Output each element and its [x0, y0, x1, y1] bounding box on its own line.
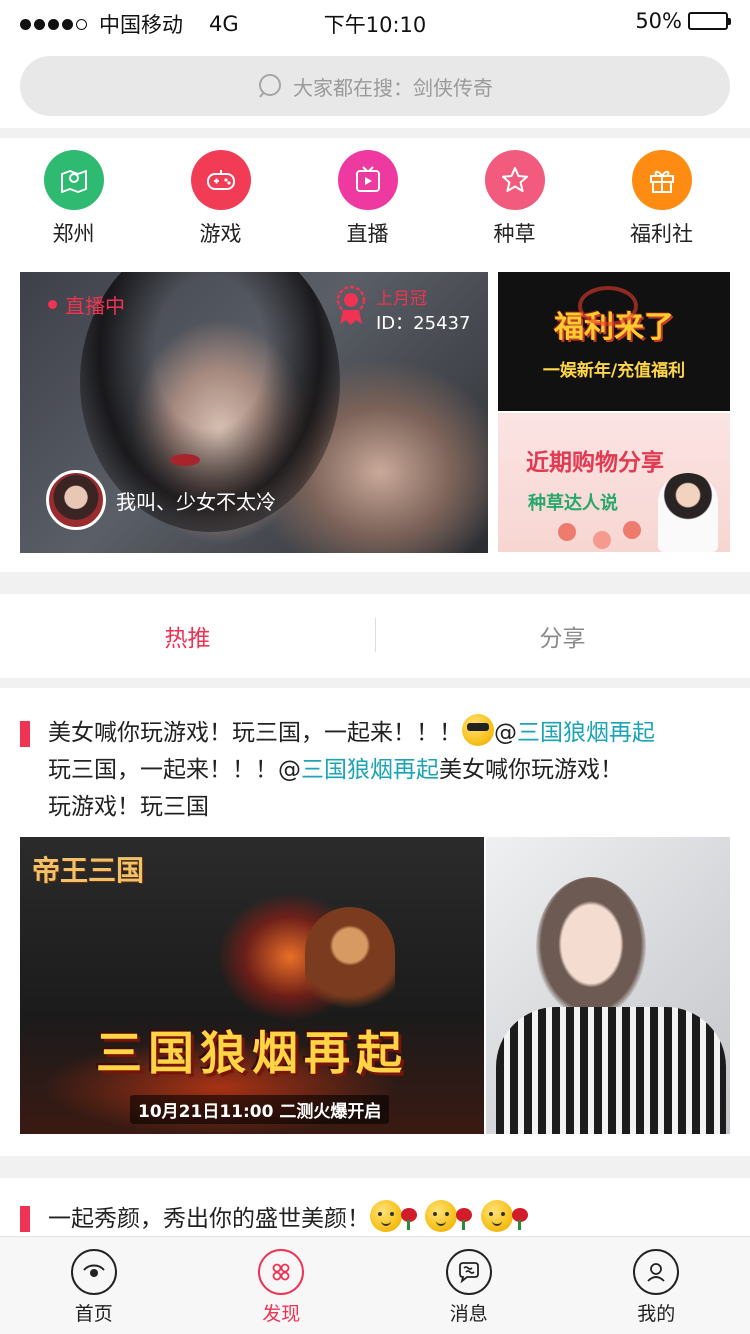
live-status: 直播中 [65, 294, 125, 318]
tabbar-discover[interactable]: 发现 [188, 1237, 376, 1334]
category-nav: 郑州 游戏 直播 种草 福利社 [0, 150, 750, 260]
medal-icon [336, 285, 366, 325]
mention-link[interactable]: 三国狼烟再起 [301, 757, 439, 783]
battery-icon [688, 12, 731, 30]
promo-welfare-card[interactable]: 福利来了 一娱新年/充值福利 [498, 272, 730, 411]
tv-icon [337, 150, 398, 210]
promo-title: 近期购物分享 [526, 450, 664, 476]
gift-icon [631, 150, 692, 210]
photo-body [496, 1007, 726, 1134]
tabbar-label: 首页 [74, 1303, 113, 1325]
live-stream-card[interactable]: 直播中 上月冠 ID：25437 我叫、少女不太冷 [20, 272, 488, 553]
tab-share[interactable]: 分享 [375, 619, 750, 653]
promo-share-card[interactable]: 近期购物分享 种草达人说 [498, 413, 730, 552]
promo-person-image [658, 473, 718, 552]
photo-face [536, 877, 646, 1017]
category-label: 游戏 [199, 222, 242, 246]
cool-emoji-icon [462, 714, 494, 746]
status-bar: 中国移动 4G 下午10:10 50% [0, 0, 750, 42]
post-text-part: 美女喊你玩游戏！ [439, 757, 623, 783]
post-text-part: 玩游戏！玩三国 [48, 794, 209, 820]
streamer-photo-detail [170, 454, 200, 466]
game-subtitle: 10月21日11:00 二测火爆开启 [130, 1095, 390, 1124]
tabbar-messages[interactable]: 消息 [375, 1237, 563, 1334]
post-image-photo[interactable] [486, 837, 730, 1134]
promo-subtitle: 一娱新年/充值福利 [542, 361, 686, 381]
post-marker [20, 721, 30, 747]
divider [0, 572, 750, 594]
category-game[interactable]: 游戏 [147, 150, 294, 260]
divider [0, 128, 750, 138]
live-badge: 直播中 [48, 290, 125, 319]
post-image-game[interactable]: 帝王三国 三国狼烟再起 10月21日11:00 二测火爆开启 [20, 837, 484, 1134]
search-icon [259, 74, 281, 98]
flower-decoration [593, 531, 611, 549]
category-seed[interactable]: 种草 [441, 150, 588, 260]
search-bar[interactable]: 大家都在搜：剑侠传奇 [20, 56, 730, 116]
post-text: 一起秀颜，秀出你的盛世美颜！ [48, 1200, 738, 1238]
mention-symbol: @ [494, 720, 517, 746]
category-live[interactable]: 直播 [294, 150, 441, 260]
divider [0, 678, 750, 688]
tabbar-profile[interactable]: 我的 [563, 1237, 750, 1334]
gamepad-icon [190, 150, 251, 210]
streamer-info[interactable]: 我叫、少女不太冷 [46, 470, 276, 530]
divider [0, 1156, 750, 1178]
tab-hot[interactable]: 热推 [0, 619, 375, 653]
feed-tabs: 热推 分享 [0, 594, 750, 678]
star-icon [484, 150, 545, 210]
flower-decoration [558, 523, 576, 541]
promo-subtitle: 种草达人说 [528, 493, 618, 514]
post-text-part: 一起秀颜，秀出你的盛世美颜！ [48, 1206, 370, 1232]
game-title: 三国狼烟再起 [96, 1026, 408, 1080]
game-character-art [305, 907, 395, 1017]
rose-icon [509, 1208, 529, 1230]
game-logo: 帝王三国 [32, 854, 145, 887]
avatar[interactable] [46, 470, 106, 530]
tab-divider [375, 618, 376, 652]
discover-page: 中国移动 4G 下午10:10 50% 大家都在搜：剑侠传奇 郑州 游戏 直播 … [0, 0, 750, 1334]
post-marker [20, 1206, 30, 1232]
discover-icon [258, 1249, 305, 1295]
category-label: 种草 [493, 222, 536, 246]
category-zhengzhou[interactable]: 郑州 [0, 150, 147, 260]
tabbar-label: 我的 [637, 1303, 676, 1325]
flower-decoration [623, 521, 641, 539]
category-label: 福利社 [630, 222, 693, 246]
category-label: 郑州 [52, 222, 95, 246]
bottom-tab-bar: 首页 发现 消息 我的 [0, 1236, 750, 1334]
post-text-part: 玩三国，一起来！！！ [48, 757, 278, 783]
post-text-part: 美女喊你玩游戏！玩三国，一起来！！！ [48, 720, 462, 746]
category-welfare[interactable]: 福利社 [588, 150, 735, 260]
mention-symbol: @ [278, 757, 301, 783]
map-icon [43, 150, 104, 210]
tabbar-label: 消息 [449, 1303, 488, 1325]
rank-badge: 上月冠 ID：25437 [332, 284, 470, 335]
mention-link[interactable]: 三国狼烟再起 [517, 720, 655, 746]
feed-post[interactable]: 一起秀颜，秀出你的盛世美颜！ [0, 1178, 750, 1236]
live-dot-icon [48, 300, 57, 309]
status-right: 50% [635, 9, 731, 33]
category-label: 直播 [346, 222, 389, 246]
promo-decoration [578, 286, 638, 326]
rose-icon [398, 1208, 418, 1230]
profile-icon [633, 1249, 680, 1295]
streamer-name: 我叫、少女不太冷 [116, 489, 276, 514]
rank-label: 上月冠 [376, 289, 427, 309]
post-text: 美女喊你玩游戏！玩三国，一起来！！！ @三国狼烟再起 玩三国，一起来！！！@三国狼… [48, 714, 738, 826]
battery-percent: 50% [635, 9, 682, 33]
streamer-id: ID：25437 [376, 313, 471, 334]
eye-icon [70, 1249, 117, 1295]
search-placeholder: 大家都在搜：剑侠传奇 [293, 75, 493, 100]
message-icon [445, 1249, 492, 1295]
tabbar-home[interactable]: 首页 [0, 1237, 188, 1334]
tabbar-label: 发现 [262, 1303, 301, 1325]
rose-icon [453, 1208, 473, 1230]
